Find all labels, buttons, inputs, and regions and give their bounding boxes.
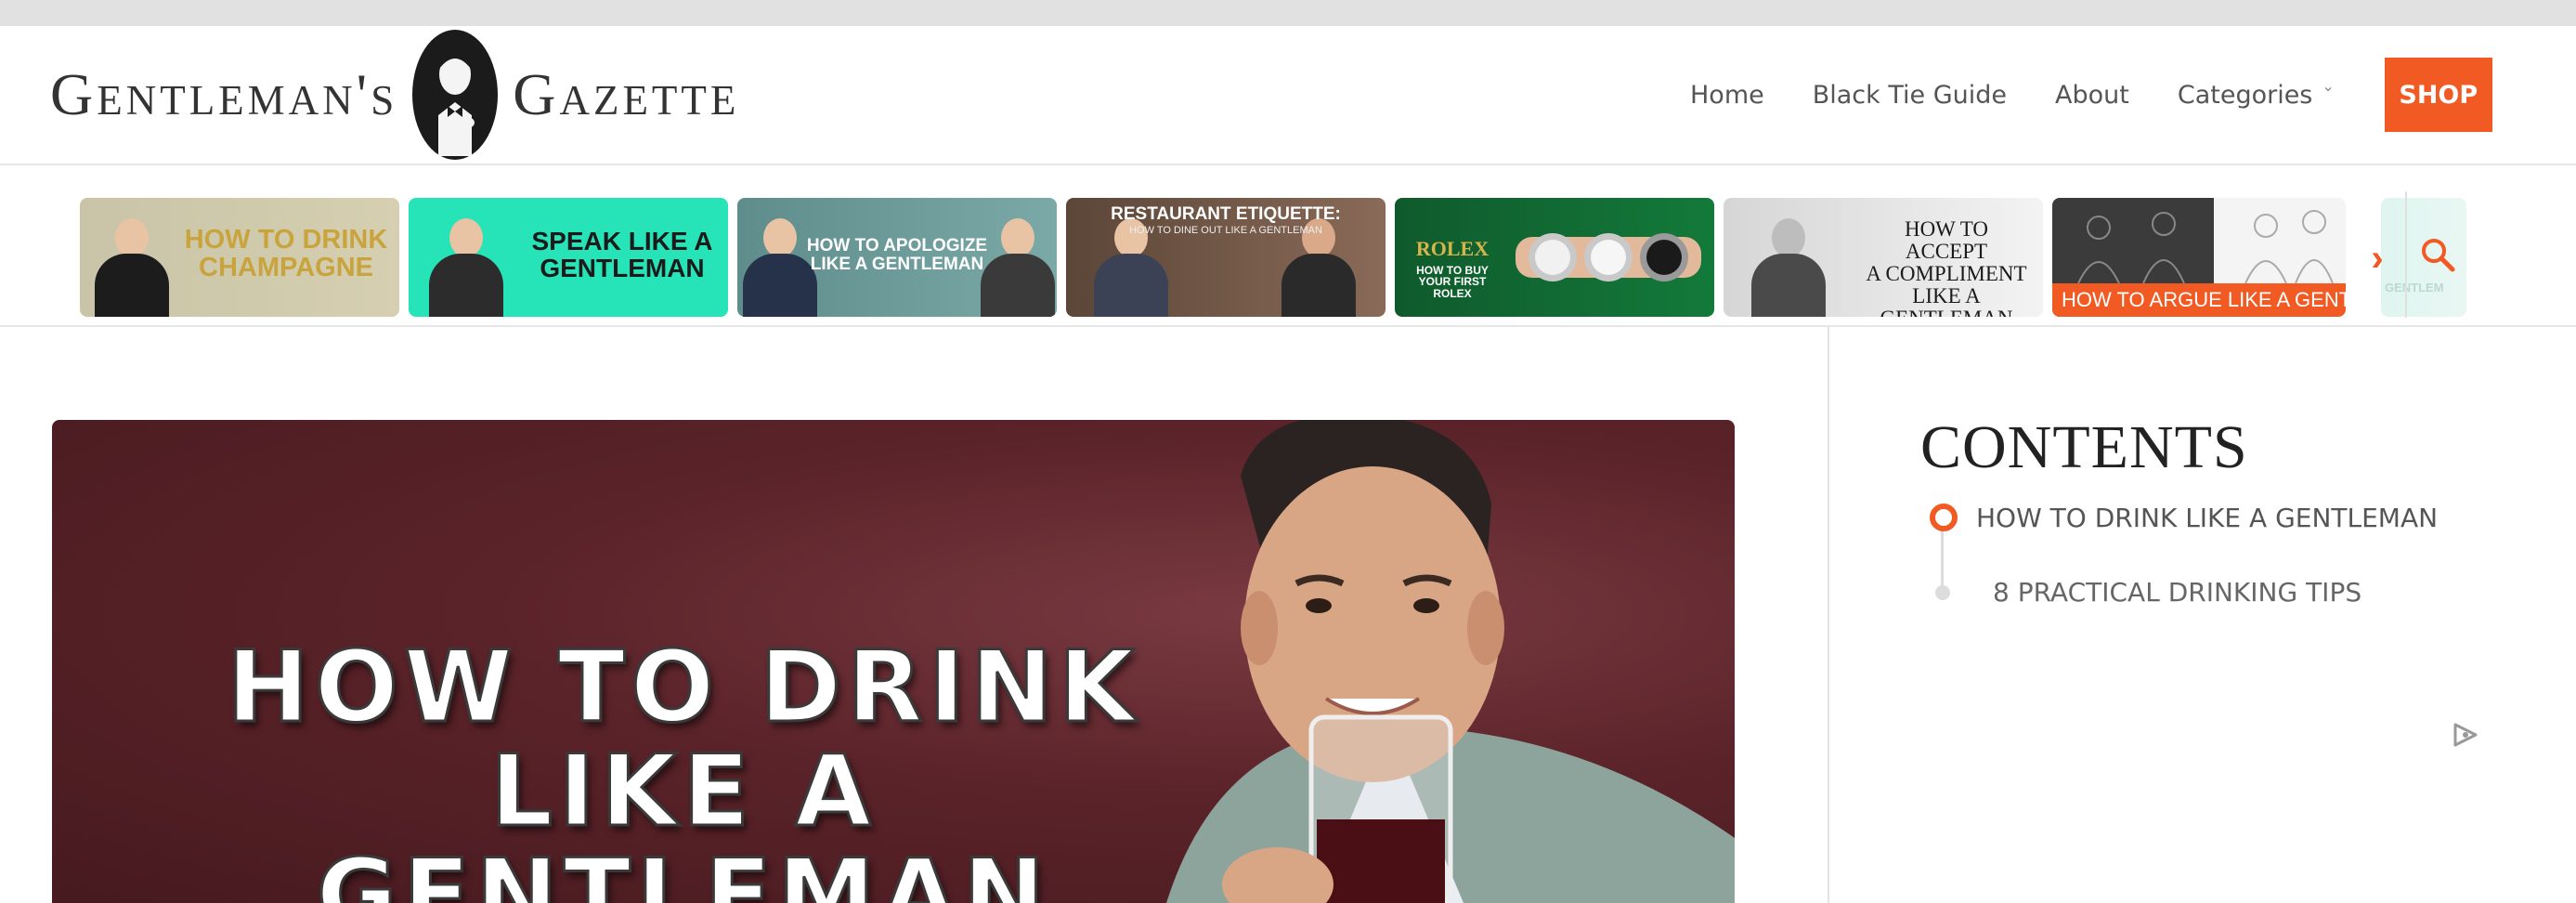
nav-home[interactable]: Home [1690,81,1764,110]
featured-video-strip: HOW TO DRINK CHAMPAGNE SPEAK LIKE A GENT… [0,165,2576,327]
thumb-title: HOW TO DRINK CHAMPAGNE [184,225,388,283]
featured-thumb-compliment[interactable]: HOW TO ACCEPT A COMPLIMENT LIKE A GENTLE… [1724,198,2043,317]
nav-categories-label: Categories [2177,80,2313,110]
browser-top-bar [0,0,2576,26]
hero-image: HOW TO DRINK LIKE A GENTLEMAN [52,420,1735,903]
chevron-right-icon[interactable]: › [2359,230,2396,286]
ad-choices-icon[interactable] [2450,719,2481,751]
logo-word-left: Gentleman's [50,61,398,127]
featured-thumb-champagne[interactable]: HOW TO DRINK CHAMPAGNE [80,198,399,317]
sidebar-divider [1828,327,1829,903]
nav-about[interactable]: About [2055,81,2129,110]
thumb-title: HOW TO BUY YOUR FIRST ROLEX [1416,264,1489,300]
logo-word-right: Gazette [513,61,740,127]
thumb-title: HOW TO ARGUE LIKE A GENTLEMAN [2052,283,2346,317]
thumb-title: HOW TO ACCEPT A COMPLIMENT LIKE A GENTLE… [1866,217,2027,317]
thumb-title: SPEAK LIKE A GENTLEMAN [531,227,713,283]
nav-categories[interactable]: Categories ⌄ [2177,77,2335,110]
hero-title-line-2: LIKE A GENTLEMAN [315,734,1051,903]
featured-thumb-speak[interactable]: SPEAK LIKE A GENTLEMAN [409,198,728,317]
site-header: Gentleman's Gazette Home Black Tie Guide… [0,26,2576,165]
toc-active-marker-icon [1930,504,1958,531]
search-button[interactable] [2405,191,2468,318]
featured-thumb-argue[interactable]: HOW TO ARGUE LIKE A GENTLEMAN [2052,198,2346,317]
featured-thumb-restaurant[interactable]: RESTAURANT ETIQUETTE: HOW TO DINE OUT LI… [1066,198,1386,317]
logo-portrait-icon [410,26,500,164]
shop-button[interactable]: SHOP [2384,58,2492,132]
thumb-person [1751,218,1826,317]
featured-thumb-apologize[interactable]: HOW TO APOLOGIZE LIKE A GENTLEMAN [737,198,1057,317]
search-icon [2422,239,2455,272]
toc-marker-icon [1935,585,1950,600]
thumb-subtitle: HOW TO DINE OUT LIKE A GENTLEMAN [1129,225,1322,236]
featured-thumb-rolex[interactable]: ROLEX HOW TO BUY YOUR FIRST ROLEX [1395,198,1714,317]
sketch-figures-icon [2077,210,2334,283]
hero-title: HOW TO DRINK LIKE A GENTLEMAN [108,630,1259,903]
chevron-down-icon: ⌄ [2322,76,2335,95]
thumb-title: HOW TO APOLOGIZE LIKE A GENTLEMAN [806,236,988,274]
nav-black-tie-guide[interactable]: Black Tie Guide [1813,81,2007,110]
rolex-brand: ROLEX [1415,237,1490,260]
thumb-person [95,218,169,317]
thumb-title: RESTAURANT ETIQUETTE: [1111,204,1341,224]
watch-icon [1516,233,1701,281]
main-nav: Home Black Tie Guide About Categories ⌄ … [1690,58,2492,132]
thumb-person [981,218,1055,317]
hero-title-line-1: HOW TO DRINK [226,630,1140,744]
site-logo[interactable]: Gentleman's Gazette [50,26,739,164]
contents-heading: CONTENTS [1920,413,2248,481]
toc-item-drinking-tips[interactable]: 8 PRACTICAL DRINKING TIPS [1993,577,2361,608]
toc-connector-line [1941,525,1944,590]
thumb-person [429,218,503,317]
toc-item-how-to-drink[interactable]: HOW TO DRINK LIKE A GENTLEMAN [1976,503,2438,533]
